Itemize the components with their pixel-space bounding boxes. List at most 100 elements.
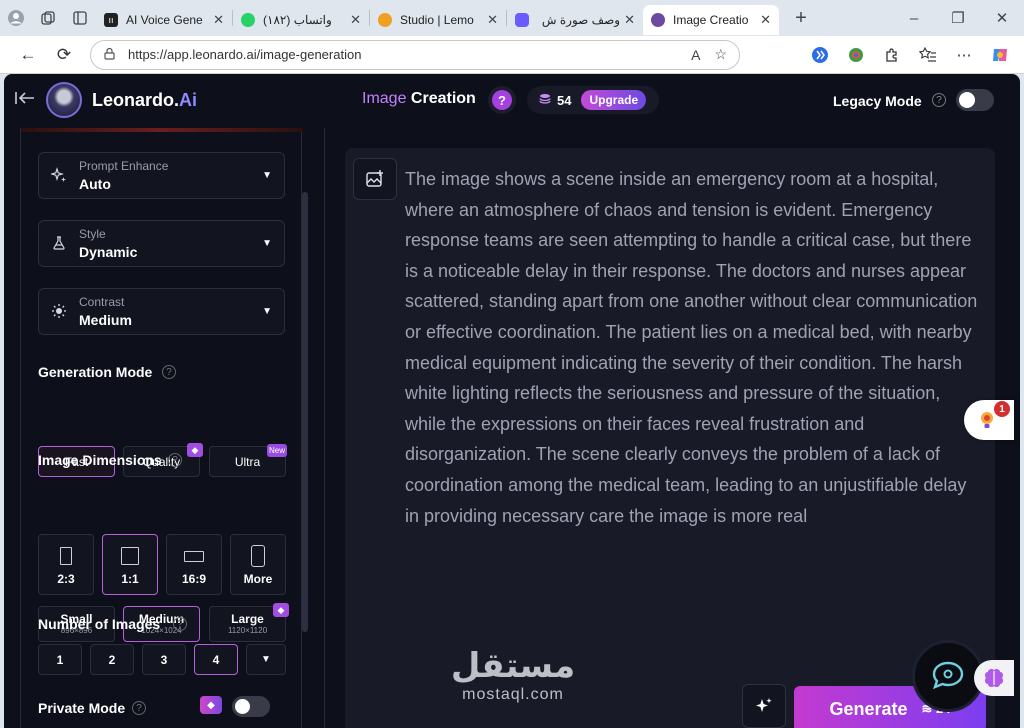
favorites-list-icon[interactable] xyxy=(910,37,946,73)
legacy-mode-help-icon[interactable]: ? xyxy=(932,93,946,107)
prompt-enhance-dropdown[interactable]: Prompt Enhance Auto ▼ xyxy=(38,152,285,199)
contrast-dropdown[interactable]: Contrast Medium ▼ xyxy=(38,288,285,335)
ratio-label: More xyxy=(243,572,273,586)
num-images-4-button[interactable]: 4 xyxy=(194,644,238,675)
caret-down-icon: ▼ xyxy=(261,654,271,665)
tab-title: Image Creatio xyxy=(673,13,749,27)
brand-name[interactable]: Leonardo.Ai xyxy=(92,90,197,111)
close-window-icon[interactable]: ✕ xyxy=(980,2,1024,34)
tab-title: Studio | Lemo xyxy=(400,13,474,27)
url-text[interactable]: https://app.leonardo.ai/image-generation xyxy=(128,47,677,62)
sun-icon xyxy=(51,303,67,323)
private-mode-toggle[interactable] xyxy=(232,696,270,717)
url-bar[interactable]: https://app.leonardo.ai/image-generation… xyxy=(90,39,740,70)
sidebar-top-image-strip xyxy=(21,128,303,132)
watermark-url: mostaql.com xyxy=(462,686,564,703)
tab-close-icon[interactable]: ✕ xyxy=(487,12,498,28)
generation-mode-help-icon[interactable]: ? xyxy=(162,365,176,379)
num-images-1-button[interactable]: 1 xyxy=(38,644,82,675)
browser-tab-4[interactable]: وصف صورة ش ✕ xyxy=(507,5,643,35)
ratio-1-1-button[interactable]: 1:1 xyxy=(102,534,158,595)
browser-tab-1[interactable]: ıı AI Voice Gene ✕ xyxy=(96,5,232,35)
contrast-value: Medium xyxy=(79,312,132,328)
brand-main: Leonardo. xyxy=(92,90,180,110)
more-ratios-icon xyxy=(251,545,265,567)
upgrade-button[interactable]: Upgrade xyxy=(581,90,647,110)
tab-close-icon[interactable]: ✕ xyxy=(624,12,635,28)
prompt-area[interactable]: The image shows a scene inside an emerge… xyxy=(345,148,995,728)
sidebar-scrollbar[interactable] xyxy=(302,192,308,632)
browser-tab-2[interactable]: (١٨٢) واتساب ✕ xyxy=(233,5,369,35)
main-panel: The image shows a scene inside an emerge… xyxy=(324,128,1020,728)
back-icon[interactable]: ← xyxy=(10,37,46,73)
num-label: 4 xyxy=(212,652,220,667)
token-balance[interactable]: 54 Upgrade xyxy=(527,86,659,114)
legacy-mode-label: Legacy Mode xyxy=(833,93,922,109)
tab-actions-icon[interactable] xyxy=(64,2,96,34)
style-dropdown[interactable]: Style Dynamic ▼ xyxy=(38,220,285,267)
new-badge: New xyxy=(266,444,287,457)
num-label: 2 xyxy=(108,652,116,667)
tab-close-icon[interactable]: ✕ xyxy=(760,12,771,28)
whatsapp-icon xyxy=(241,13,255,27)
premium-diamond-icon: ◆ xyxy=(273,603,289,617)
page-title-rest: Creation xyxy=(406,90,476,107)
new-tab-icon[interactable]: + xyxy=(785,2,817,34)
copilot-icon[interactable] xyxy=(982,37,1018,73)
minimize-icon[interactable]: – xyxy=(892,2,936,34)
collapse-sidebar-icon[interactable] xyxy=(14,90,36,111)
image-dimensions-help-icon[interactable]: ? xyxy=(168,453,182,467)
legacy-mode-toggle[interactable] xyxy=(956,89,994,111)
num-label: 1 xyxy=(56,652,64,667)
browser-address-bar: ← ⟳ https://app.leonardo.ai/image-genera… xyxy=(0,36,1024,74)
size-large-button[interactable]: Large 1120×1120 ◆ xyxy=(209,603,289,642)
generate-label: Generate xyxy=(829,698,908,719)
ratio-more-button[interactable]: More xyxy=(230,534,286,595)
floating-extension-button[interactable]: 1 xyxy=(964,400,1014,440)
number-of-images-help-icon[interactable]: ? xyxy=(173,617,187,631)
num-images-2-button[interactable]: 2 xyxy=(90,644,134,675)
prompt-enhance-label: Prompt Enhance xyxy=(79,159,169,173)
extension-colorful-icon[interactable] xyxy=(838,37,874,73)
token-stack-icon xyxy=(539,93,551,108)
favorite-star-icon[interactable]: ☆ xyxy=(714,46,727,63)
profile-icon[interactable] xyxy=(0,2,32,34)
read-aloud-icon[interactable]: A xyxy=(691,47,700,63)
lock-icon[interactable] xyxy=(103,47,116,63)
extension-blue-icon[interactable] xyxy=(802,37,838,73)
more-menu-icon[interactable]: ⋯ xyxy=(946,37,982,73)
tab-title: وصف صورة ش xyxy=(541,13,621,27)
reload-icon[interactable]: ⟳ xyxy=(46,37,82,73)
prompt-textarea[interactable]: The image shows a scene inside an emerge… xyxy=(405,164,985,531)
portrait-shape-icon xyxy=(60,547,72,565)
image-upload-icon[interactable] xyxy=(353,158,397,200)
num-label: 3 xyxy=(160,652,168,667)
num-images-more-dropdown[interactable]: ▼ xyxy=(246,644,286,675)
style-value: Dynamic xyxy=(79,244,138,260)
tab-close-icon[interactable]: ✕ xyxy=(350,12,361,28)
flask-icon xyxy=(51,235,67,255)
browser-tab-bar: ıı AI Voice Gene ✕ (١٨٢) واتساب ✕ Studio… xyxy=(0,0,1024,36)
tab-close-icon[interactable]: ✕ xyxy=(213,12,224,28)
token-count: 54 xyxy=(557,92,572,108)
brand-accent: Ai xyxy=(179,90,198,110)
browser-tab-3[interactable]: Studio | Lemo ✕ xyxy=(370,5,506,35)
private-mode-help-icon[interactable]: ? xyxy=(132,701,146,715)
magic-sparkle-icon[interactable] xyxy=(742,684,786,728)
mode-ultra-label: Ultra xyxy=(234,454,261,469)
caret-down-icon: ▼ xyxy=(262,306,272,317)
ratio-16-9-button[interactable]: 16:9 xyxy=(166,534,222,595)
leonardo-app: Leonardo.Ai Image Creation ? 54 Upgrade … xyxy=(4,74,1020,728)
workspaces-icon[interactable] xyxy=(32,2,64,34)
ratio-label: 1:1 xyxy=(121,572,139,586)
settings-sidebar: Prompt Enhance Auto ▼ Style Dynamic ▼ Co… xyxy=(20,128,303,728)
browser-tab-5-active[interactable]: Image Creatio ✕ xyxy=(643,5,779,35)
help-button[interactable]: ? xyxy=(488,86,516,114)
extensions-puzzle-icon[interactable] xyxy=(874,37,910,73)
brain-ai-icon[interactable] xyxy=(974,660,1014,696)
num-images-3-button[interactable]: 3 xyxy=(142,644,186,675)
brand-logo-avatar[interactable] xyxy=(46,82,82,118)
mode-ultra-button[interactable]: Ultra New xyxy=(209,444,287,477)
ratio-2-3-button[interactable]: 2:3 xyxy=(38,534,94,595)
restore-icon[interactable]: ❐ xyxy=(936,2,980,34)
